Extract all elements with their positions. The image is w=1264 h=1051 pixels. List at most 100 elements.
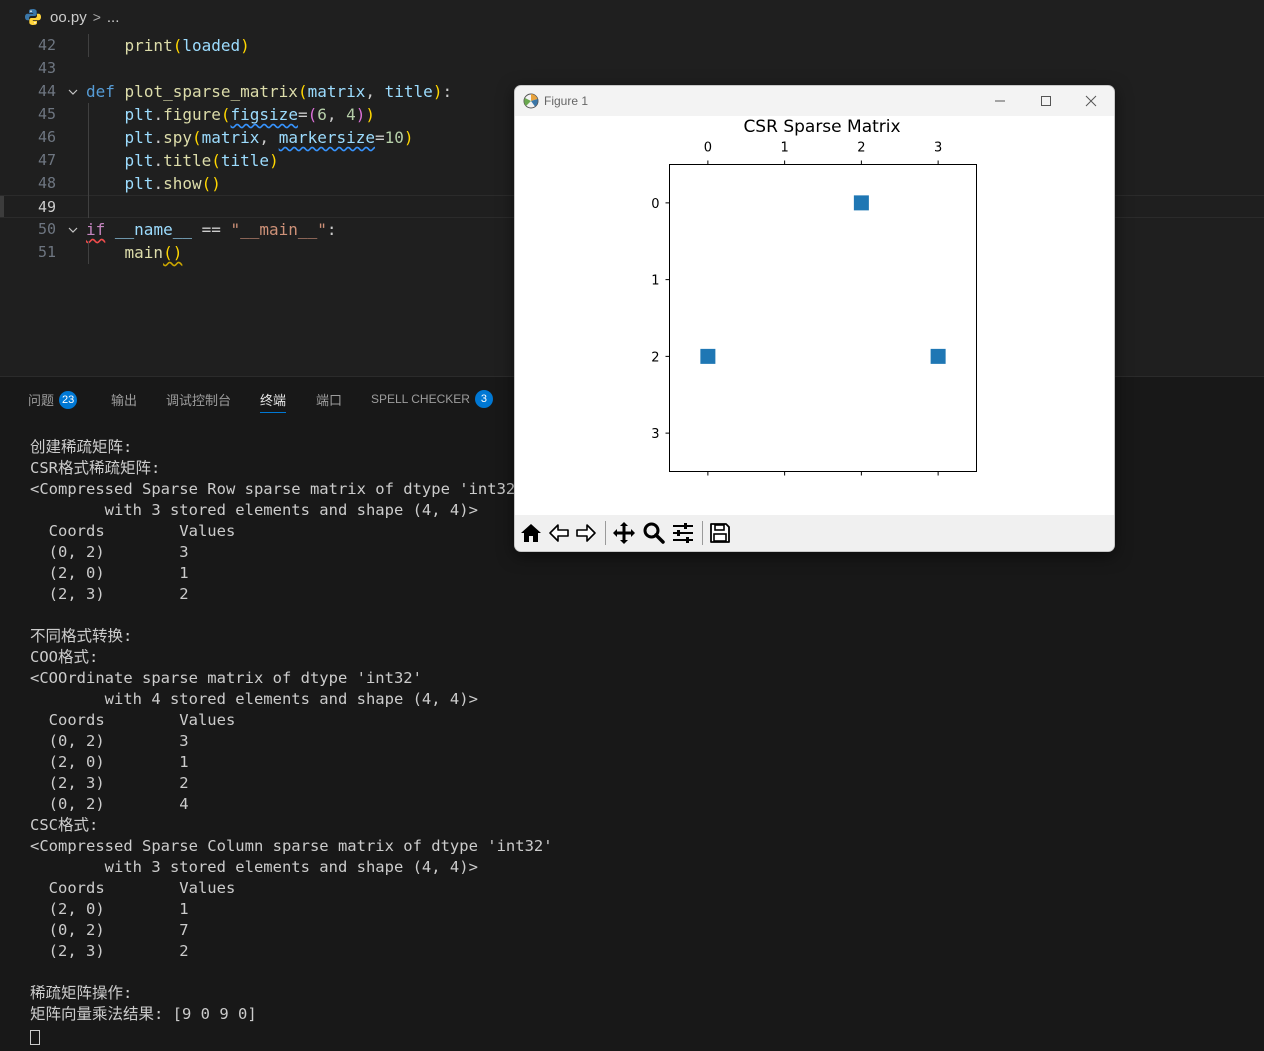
tab-label: 调试控制台 xyxy=(166,393,232,408)
code-token: show xyxy=(163,174,202,193)
code-token: ( xyxy=(220,105,231,124)
line-number: 50 xyxy=(37,220,56,238)
terminal-line: (2, 3) 2 xyxy=(30,942,189,960)
line-number: 42 xyxy=(37,36,56,54)
zoom-icon xyxy=(643,522,665,544)
code-token: matrix xyxy=(201,128,260,147)
code-token: ) xyxy=(355,105,366,124)
code-text: print(loaded) xyxy=(86,34,250,57)
save-button[interactable] xyxy=(708,521,732,545)
y-tick-label: 1 xyxy=(651,274,659,289)
tab-label: 端口 xyxy=(316,393,343,408)
pan-button[interactable] xyxy=(612,521,636,545)
toolbar-separator xyxy=(702,521,703,545)
code-token: = xyxy=(375,128,385,147)
code-token: () xyxy=(163,243,183,262)
tab-label: 终端 xyxy=(260,393,287,408)
code-token: spy xyxy=(163,128,192,147)
chevron-down-icon[interactable] xyxy=(66,218,80,241)
code-token: , xyxy=(365,82,385,101)
x-tick-label: 0 xyxy=(704,141,712,156)
code-token: print xyxy=(124,36,173,55)
terminal-line: with 4 stored elements and shape (4, 4)> xyxy=(30,690,478,708)
x-tick-label: 2 xyxy=(857,141,865,156)
close-button[interactable] xyxy=(1068,86,1114,116)
tab-label: 输出 xyxy=(111,393,138,408)
line-number: 47 xyxy=(37,151,56,169)
tab-label: SPELL CHECKER xyxy=(371,392,470,406)
tab-problems[interactable]: 问题 23 xyxy=(28,390,78,409)
code-token: ) xyxy=(432,82,443,101)
forward-button[interactable] xyxy=(574,521,598,545)
window-title: Figure 1 xyxy=(544,94,589,108)
code-token: plt xyxy=(124,105,154,124)
y-tick-label: 0 xyxy=(651,197,659,212)
spy-chart: CSR Sparse Matrix 0 1 2 3 0 1 2 3 xyxy=(651,117,977,476)
terminal-prompt[interactable] xyxy=(30,1025,1250,1046)
code-token: markersize xyxy=(278,128,376,147)
terminal-line: 矩阵向量乘法结果: [9 0 9 0] xyxy=(30,1005,257,1023)
line-number: 51 xyxy=(37,243,56,261)
code-token: plt xyxy=(124,128,154,147)
code-text: if __name__ == "__main__": xyxy=(86,218,336,241)
x-tick-label: 1 xyxy=(780,141,788,156)
code-token: . xyxy=(153,174,164,193)
window-titlebar[interactable]: Figure 1 xyxy=(515,86,1114,116)
terminal-line: (2, 0) 1 xyxy=(30,564,189,582)
code-token: . xyxy=(153,151,164,170)
tab-debug-console[interactable]: 调试控制台 xyxy=(166,390,231,409)
forward-icon xyxy=(576,524,596,542)
tab-spell-checker[interactable]: SPELL CHECKER 3 xyxy=(371,390,493,408)
code-token: 4 xyxy=(346,105,356,124)
matplotlib-icon xyxy=(523,93,539,109)
terminal-line: (0, 2) 3 xyxy=(30,732,189,750)
breadcrumb-file[interactable]: oo.py xyxy=(50,9,87,26)
code-token: ) xyxy=(403,128,414,147)
line-number: 43 xyxy=(37,59,56,77)
line-number: 48 xyxy=(37,174,56,192)
terminal-line: (2, 0) 1 xyxy=(30,753,189,771)
code-token: ( xyxy=(191,128,202,147)
chart-title: CSR Sparse Matrix xyxy=(743,117,900,137)
code-line[interactable]: 43 xyxy=(0,57,1264,80)
maximize-button[interactable] xyxy=(1023,86,1069,116)
code-line[interactable]: 42 print(loaded) xyxy=(0,34,1264,57)
tab-label: 问题 xyxy=(28,393,55,408)
line-number: 44 xyxy=(37,82,56,100)
x-tick-label: 3 xyxy=(934,141,942,156)
code-token: main xyxy=(124,243,164,262)
terminal-line: COO格式: xyxy=(30,648,99,666)
back-button[interactable] xyxy=(547,521,571,545)
code-token: = xyxy=(297,105,308,124)
chevron-down-icon[interactable] xyxy=(66,80,80,103)
configure-subplots-button[interactable] xyxy=(671,521,695,545)
code-token: . xyxy=(153,105,164,124)
terminal-line: Coords Values xyxy=(30,711,236,729)
code-token: ) xyxy=(240,36,250,55)
figure-toolbar xyxy=(515,515,1114,551)
toolbar-separator xyxy=(605,521,606,545)
terminal-line: (2, 3) 2 xyxy=(30,585,189,603)
home-icon xyxy=(521,524,541,542)
zoom-button[interactable] xyxy=(642,521,666,545)
code-token: 10 xyxy=(384,128,404,147)
y-tick-label: 3 xyxy=(651,427,659,442)
tab-terminal[interactable]: 终端 xyxy=(260,390,287,413)
plot-canvas[interactable]: CSR Sparse Matrix 0 1 2 3 0 1 2 3 xyxy=(515,116,1114,515)
minimize-button[interactable] xyxy=(977,86,1023,116)
figure-window[interactable]: Figure 1 CSR Sparse Matrix 0 1 2 3 0 1 2 3 xyxy=(514,85,1115,552)
tab-ports[interactable]: 端口 xyxy=(316,390,342,409)
tab-output[interactable]: 输出 xyxy=(111,390,137,409)
nonzero-marker xyxy=(930,348,946,364)
breadcrumb-ellipsis[interactable]: ... xyxy=(107,9,120,26)
home-button[interactable] xyxy=(519,521,543,545)
terminal-line: (2, 0) 1 xyxy=(30,900,189,918)
code-token: , xyxy=(259,128,279,147)
code-text: def plot_sparse_matrix(matrix, title): xyxy=(86,80,452,103)
